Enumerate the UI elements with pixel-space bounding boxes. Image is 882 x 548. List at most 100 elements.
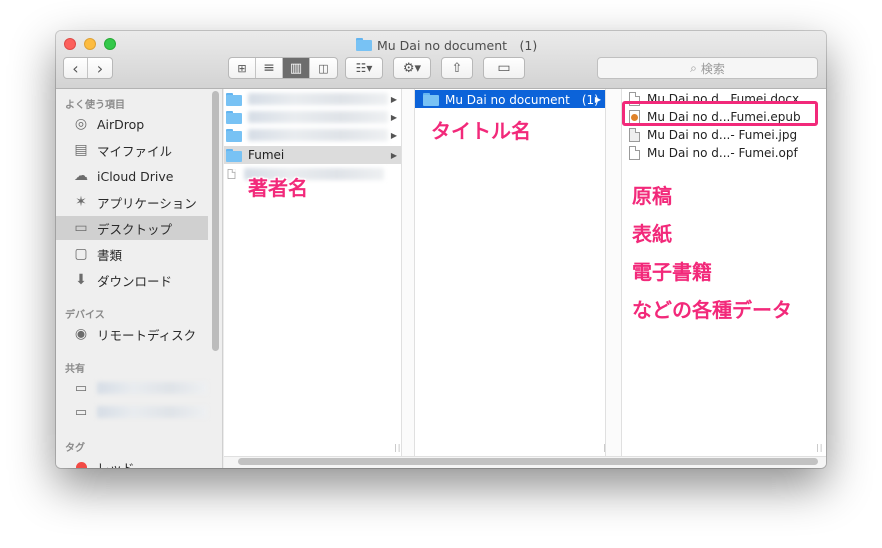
horizontal-scrollbar[interactable] bbox=[238, 458, 818, 465]
desktop-icon: ▭ bbox=[74, 220, 88, 236]
annotation-title: タイトル名 bbox=[431, 119, 531, 143]
sidebar-item-tag-red[interactable]: レッド bbox=[56, 455, 208, 468]
computer-icon: ▭ bbox=[74, 404, 88, 420]
list-item-opf[interactable]: Mu Dai no d...- Fumei.opf bbox=[622, 144, 826, 162]
column-gap bbox=[402, 89, 415, 456]
remote-disc-icon: ◉ bbox=[74, 326, 88, 342]
sidebar-header-shared: 共有 bbox=[65, 364, 85, 375]
applications-icon: ✶ bbox=[75, 194, 87, 210]
action-button[interactable]: ⚙▾ bbox=[393, 57, 431, 79]
sidebar-header-favorites: よく使う項目 bbox=[65, 100, 125, 111]
list-item-jpg[interactable]: Mu Dai no d...- Fumei.jpg bbox=[622, 126, 826, 144]
downloads-icon: ⬇ bbox=[75, 272, 87, 288]
column-resize-handle[interactable]: || bbox=[816, 443, 823, 452]
list-item[interactable]: ▶ bbox=[224, 126, 401, 144]
share-button[interactable]: ⇧ bbox=[441, 57, 473, 79]
red-tag-icon bbox=[75, 461, 87, 468]
sidebar-header-tags: タグ bbox=[65, 443, 85, 454]
folder-icon bbox=[423, 92, 439, 106]
sidebar-item-label: AirDrop bbox=[97, 116, 145, 132]
folder-icon bbox=[226, 110, 242, 124]
redacted-name bbox=[97, 382, 207, 394]
image-file-icon bbox=[629, 128, 640, 142]
file-icon bbox=[227, 169, 236, 179]
sidebar-item-shared-1[interactable]: ▭ bbox=[56, 376, 208, 400]
sidebar-item-label: ダウンロード bbox=[97, 273, 173, 289]
annotation-author: 著者名 bbox=[248, 176, 308, 200]
opf-file-icon bbox=[629, 146, 640, 160]
redacted-name bbox=[248, 129, 388, 141]
folder-icon bbox=[226, 128, 242, 142]
sidebar: よく使う項目 ◎ AirDrop ▤ マイファイル ☁ iCloud Drive… bbox=[56, 89, 223, 468]
sidebar-item-label: アプリケーション bbox=[97, 195, 197, 211]
redacted-name bbox=[97, 406, 207, 418]
list-item-mu-dai-folder[interactable]: Mu Dai no document (1) ▶ bbox=[415, 90, 605, 108]
folder-icon bbox=[226, 92, 242, 106]
list-item-fumei[interactable]: Fumei ▶ bbox=[224, 146, 401, 164]
sidebar-item-downloads[interactable]: ⬇ ダウンロード bbox=[56, 268, 208, 292]
edit-tags-button[interactable]: ▭ bbox=[483, 57, 525, 79]
folder-icon bbox=[226, 148, 242, 162]
search-icon: ⌕ bbox=[690, 60, 697, 75]
sidebar-item-remote-disc[interactable]: ◉ リモートディスク bbox=[56, 322, 208, 346]
all-files-icon: ▤ bbox=[74, 142, 88, 158]
sidebar-item-airdrop[interactable]: ◎ AirDrop bbox=[56, 112, 208, 136]
list-item-label: Mu Dai no document (1) bbox=[445, 92, 599, 107]
sidebar-item-applications[interactable]: ✶ アプリケーション bbox=[56, 190, 208, 214]
annotation-manuscript: 原稿 bbox=[632, 184, 672, 208]
disclosure-arrow-icon: ▶ bbox=[390, 94, 397, 104]
zoom-button[interactable] bbox=[104, 38, 116, 50]
sidebar-item-label: デスクトップ bbox=[97, 221, 173, 237]
documents-icon: ▢ bbox=[74, 246, 88, 262]
sidebar-item-my-files[interactable]: ▤ マイファイル bbox=[56, 138, 208, 162]
disclosure-arrow-icon: ▶ bbox=[390, 130, 397, 140]
list-view-button[interactable]: ≡ bbox=[256, 58, 283, 78]
column-1: ▶ ▶ ▶ Fumei ▶ || bbox=[224, 89, 402, 456]
forward-button[interactable]: › bbox=[88, 58, 112, 78]
minimize-button[interactable] bbox=[84, 38, 96, 50]
arrange-button[interactable]: ☷▾ bbox=[345, 57, 383, 79]
sidebar-scrollbar[interactable] bbox=[212, 91, 219, 351]
redacted-name bbox=[248, 111, 388, 123]
sidebar-item-icloud-drive[interactable]: ☁ iCloud Drive bbox=[56, 164, 208, 188]
search-placeholder: 検索 bbox=[700, 61, 725, 76]
cloud-icon: ☁ bbox=[74, 168, 88, 184]
list-item-label: Fumei bbox=[248, 148, 285, 162]
disclosure-arrow-icon: ▶ bbox=[390, 112, 397, 122]
list-item-label: Mu Dai no d...- Fumei.jpg bbox=[647, 128, 798, 142]
sidebar-item-shared-2[interactable]: ▭ bbox=[56, 400, 208, 424]
sidebar-item-label: レッド bbox=[97, 460, 135, 469]
view-mode-buttons: ⊞ ≡ ▥ ◫ bbox=[228, 57, 338, 79]
sidebar-item-desktop[interactable]: ▭ デスクトップ bbox=[56, 216, 208, 240]
epub-highlight-box bbox=[622, 101, 818, 126]
window-title: Mu Dai no document (1) bbox=[356, 35, 537, 53]
sidebar-item-label: リモートディスク bbox=[97, 327, 197, 343]
list-item-label: Mu Dai no d...- Fumei.opf bbox=[647, 146, 798, 160]
annotation-various-data: などの各種データ bbox=[632, 298, 792, 322]
sidebar-item-label: 書類 bbox=[97, 247, 123, 263]
annotation-cover: 表紙 bbox=[632, 222, 672, 246]
back-button[interactable]: ‹ bbox=[64, 58, 88, 78]
sidebar-item-documents[interactable]: ▢ 書類 bbox=[56, 242, 208, 266]
icon-view-button[interactable]: ⊞ bbox=[229, 58, 256, 78]
computer-icon: ▭ bbox=[74, 380, 88, 396]
folder-icon bbox=[356, 37, 372, 51]
redacted-name bbox=[248, 93, 388, 105]
sidebar-item-label: マイファイル bbox=[97, 143, 173, 159]
sidebar-header-devices: デバイス bbox=[65, 310, 105, 321]
disclosure-arrow-icon: ▶ bbox=[390, 150, 397, 160]
column-gap bbox=[606, 89, 622, 456]
search-input[interactable]: ⌕ 検索 bbox=[597, 57, 818, 79]
airdrop-icon: ◎ bbox=[74, 116, 88, 132]
list-item[interactable]: ▶ bbox=[224, 90, 401, 108]
column-resize-handle[interactable]: || bbox=[394, 443, 401, 452]
window-title-text: Mu Dai no document (1) bbox=[377, 37, 538, 53]
close-button[interactable] bbox=[64, 38, 76, 50]
finder-window: Mu Dai no document (1) ‹ › ⊞ ≡ ▥ ◫ ☷▾ ⚙▾… bbox=[56, 31, 826, 468]
list-item[interactable]: ▶ bbox=[224, 108, 401, 126]
column-view-button[interactable]: ▥ bbox=[283, 58, 310, 78]
cover-flow-button[interactable]: ◫ bbox=[310, 58, 337, 78]
disclosure-arrow-icon: ▶ bbox=[594, 94, 601, 104]
sidebar-item-label: iCloud Drive bbox=[97, 168, 174, 184]
nav-buttons: ‹ › bbox=[63, 57, 113, 79]
